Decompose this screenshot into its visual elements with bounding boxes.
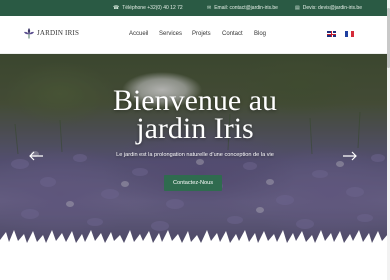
nav-item-contact[interactable]: Contact (222, 31, 243, 37)
arrow-left-icon[interactable] (28, 151, 44, 161)
nav-item-services[interactable]: Services (159, 31, 182, 37)
hero-subtitle: Le jardin est la prolongation naturelle … (116, 152, 274, 158)
nav-item-blog[interactable]: Blog (254, 31, 266, 37)
email-text: Email: contact@jardin-iris.be (214, 5, 278, 11)
english-flag-icon[interactable] (327, 31, 336, 37)
hero-banner: Bienvenue au jardin Iris Le jardin est l… (0, 54, 390, 250)
devis-contact[interactable]: ▤ Devis: devis@jardin-iris.be (295, 0, 362, 16)
document-icon: ▤ (295, 5, 300, 11)
phone-icon: ☎ (113, 5, 120, 11)
phone-contact[interactable]: ☎ Téléphone +32(0) 40 12 72 (113, 0, 183, 16)
envelope-icon: ✉ (207, 5, 212, 11)
nav-item-accueil[interactable]: Accueil (129, 31, 148, 37)
grass-divider (0, 230, 390, 250)
hero-title: Bienvenue au jardin Iris (0, 84, 390, 145)
page-content-start (0, 250, 390, 280)
hero-title-line-1: Bienvenue au (112, 84, 278, 117)
email-contact[interactable]: ✉ Email: contact@jardin-iris.be (207, 0, 278, 16)
phone-text: Téléphone +32(0) 40 12 72 (122, 5, 183, 11)
devis-text: Devis: devis@jardin-iris.be (302, 5, 362, 11)
nav-item-projets[interactable]: Projets (192, 31, 211, 37)
arrow-right-icon[interactable] (342, 151, 358, 161)
contact-bar: ☎ Téléphone +32(0) 40 12 72 ✉ Email: con… (0, 0, 390, 16)
french-flag-icon[interactable] (345, 31, 354, 37)
contact-us-button[interactable]: Contactez-Nous (164, 175, 222, 191)
hero-title-line-2: jardin Iris (136, 112, 254, 145)
